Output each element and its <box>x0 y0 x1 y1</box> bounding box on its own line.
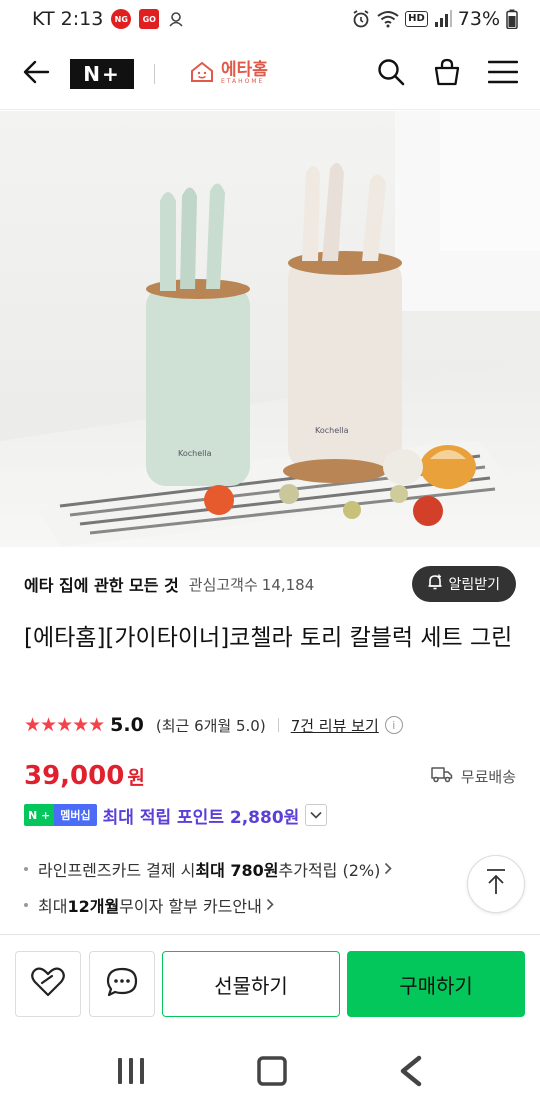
membership-points-text: 최대 적립 포인트 2,880원 <box>102 807 300 828</box>
buy-button[interactable]: 구매하기 <box>347 951 525 1017</box>
benefit-text-post: 무이자 할부 카드안내 <box>119 897 262 916</box>
alarm-icon <box>351 9 371 29</box>
chat-bubble-icon <box>105 966 139 1002</box>
search-icon[interactable] <box>376 57 406 91</box>
benefit-text-pre: 라인프렌즈카드 결제 시 <box>38 861 196 880</box>
chevron-down-icon[interactable] <box>305 804 328 826</box>
interest-number: 14,184 <box>261 575 315 594</box>
status-bar: KT 2:13 NG GO HD 73% <box>0 0 540 38</box>
battery-icon <box>506 9 518 29</box>
back-arrow-icon[interactable] <box>22 60 50 88</box>
talk-button[interactable] <box>89 951 155 1017</box>
interest-label: 관심고객수 <box>188 575 258 594</box>
shop-info-row: 에타 집에 관한 모든 것 관심고객수 14,184 알림받기 <box>24 566 516 602</box>
android-navigation-bar <box>0 1036 540 1110</box>
bell-plus-icon <box>426 573 444 595</box>
membership-badge: N + 멤버십 <box>24 804 97 826</box>
membership-badge-logo: N + <box>24 804 55 826</box>
scroll-to-top-button[interactable] <box>467 855 525 913</box>
brand-logo[interactable]: 에타홈 ETAHOME <box>189 60 268 88</box>
ng-app-icon: NG <box>111 9 132 29</box>
benefit-text-post: 추가적립 (2%) <box>278 861 381 880</box>
membership-badge-label: 멤버십 <box>54 804 97 826</box>
benefit-installment[interactable]: 최대 12개월 무이자 할부 카드안내 <box>24 890 274 920</box>
hd-voice-icon: HD <box>405 11 428 27</box>
shopping-bag-icon[interactable] <box>432 57 462 91</box>
rating-row: ★★★★★ 5.0 (최근 6개월 5.0) 7건 리뷰 보기 i <box>24 710 403 740</box>
house-icon <box>189 60 215 88</box>
go-app-icon: GO <box>139 9 160 29</box>
price-row: 39,000 원 무료배송 <box>24 758 516 794</box>
status-time: KT 2:13 <box>32 8 104 30</box>
shipping-label: 무료배송 <box>460 767 516 786</box>
interest-count: 관심고객수 14,184 <box>189 574 315 595</box>
rating-score: 5.0 <box>110 714 144 736</box>
recent-rating: (최근 6개월 5.0) <box>155 716 266 735</box>
shop-name[interactable]: 에타 집에 관한 모든 것 <box>24 572 179 596</box>
purchase-action-bar: 선물하기 구매하기 <box>0 934 540 1036</box>
brand-subtitle: ETAHOME <box>221 78 265 85</box>
gift-button[interactable]: 선물하기 <box>162 951 340 1017</box>
benefit-text-bold: 12개월 <box>67 897 120 916</box>
signal-icon <box>434 10 452 28</box>
truck-icon <box>431 765 453 787</box>
battery-percent: 73% <box>457 8 500 30</box>
svg-text:Kochella: Kochella <box>178 449 212 458</box>
product-image[interactable]: Kochella Kochella <box>0 111 540 547</box>
brand-name: 에타홈 <box>221 60 268 80</box>
benefit-text-bold: 최대 780원 <box>195 861 279 880</box>
arrow-up-icon <box>484 868 508 900</box>
home-icon[interactable] <box>256 1055 288 1091</box>
membership-row: N + 멤버십 최대 적립 포인트 2,880원 <box>24 800 328 830</box>
heart-icon <box>30 966 66 1002</box>
wifi-icon <box>377 10 399 28</box>
rating-divider <box>277 718 279 732</box>
wishlist-button[interactable] <box>15 951 81 1017</box>
bullet-dot <box>24 903 28 907</box>
benefit-text-pre: 최대 <box>38 897 68 916</box>
alert-button-label: 알림받기 <box>448 577 500 593</box>
price-value: 39,000 <box>24 761 125 791</box>
chevron-right-icon <box>384 860 392 879</box>
notification-subscribe-button[interactable]: 알림받기 <box>412 566 516 602</box>
info-icon[interactable]: i <box>384 716 403 734</box>
top-navigation: N+ 에타홈 ETAHOME <box>0 38 540 110</box>
svg-text:Kochella: Kochella <box>315 426 349 435</box>
shipping-info: 무료배송 <box>431 765 516 787</box>
price-currency: 원 <box>127 766 145 789</box>
recent-apps-icon[interactable] <box>115 1056 147 1090</box>
product-title: [에타홈][가이타이너]코첼라 토리 칼블럭 세트 그린 <box>24 625 513 651</box>
back-icon[interactable] <box>397 1055 425 1091</box>
review-link[interactable]: 7건 리뷰 보기 <box>291 715 379 736</box>
bullet-dot <box>24 867 28 871</box>
star-rating-icons: ★★★★★ <box>24 714 105 736</box>
naver-plus-logo[interactable]: N+ <box>70 58 134 89</box>
benefit-card-points[interactable]: 라인프렌즈카드 결제 시 최대 780원 추가적립 (2%) <box>24 854 392 884</box>
menu-icon[interactable] <box>487 59 519 89</box>
notification-app-icon <box>167 10 185 28</box>
chevron-right-icon <box>266 896 274 915</box>
nav-divider <box>154 63 155 84</box>
